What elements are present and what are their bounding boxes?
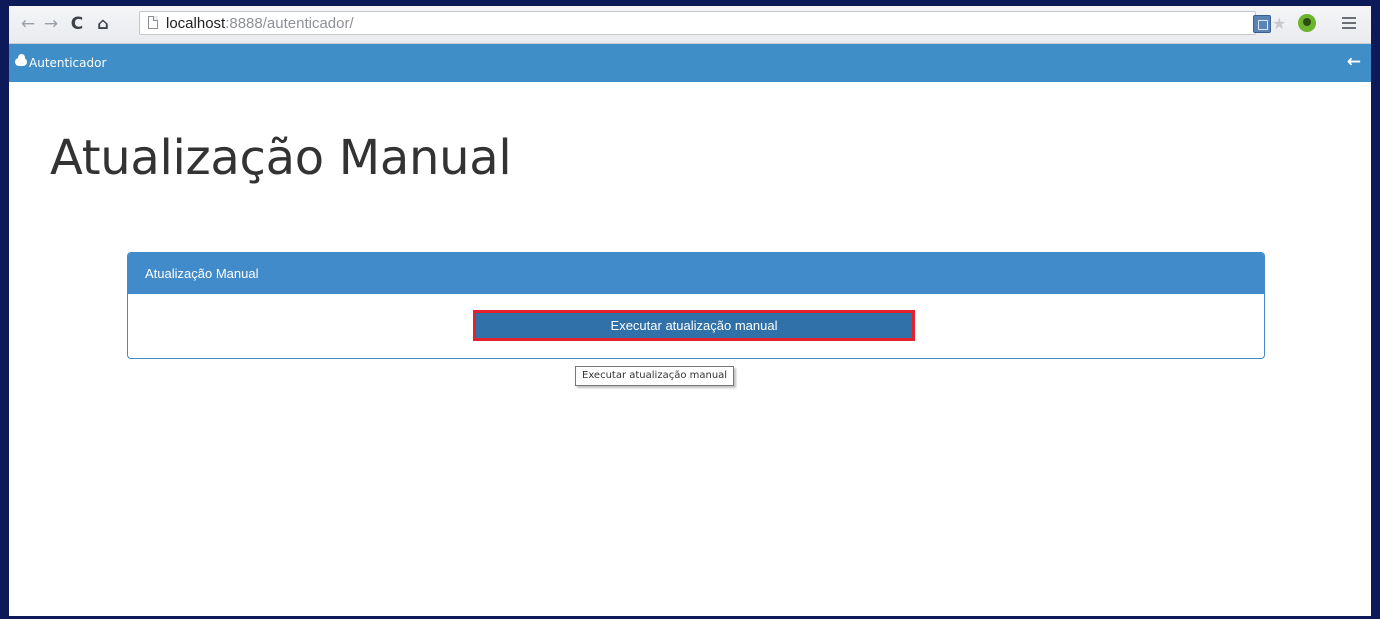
execute-manual-update-button[interactable]: Executar atualização manual xyxy=(473,310,915,341)
star-icon[interactable]: ★ xyxy=(1272,14,1286,33)
button-tooltip: Executar atualização manual xyxy=(575,366,735,386)
menu-icon[interactable] xyxy=(1342,17,1356,29)
app-header: Autenticador ← xyxy=(9,44,1371,82)
url-host: localhost xyxy=(166,15,226,32)
cloud-icon xyxy=(15,54,27,66)
address-bar[interactable]: localhost:8888/autenticador/ xyxy=(139,11,1256,35)
page-title: Atualização Manual xyxy=(50,130,512,186)
forward-icon[interactable]: → xyxy=(41,14,61,34)
evernote-icon[interactable] xyxy=(1298,14,1316,32)
manual-update-panel: Atualização Manual Executar atualização … xyxy=(127,252,1265,359)
translate-icon[interactable] xyxy=(1253,15,1271,33)
page-icon xyxy=(148,16,158,29)
panel-heading: Atualização Manual xyxy=(128,253,1264,294)
home-icon[interactable]: ⌂ xyxy=(93,14,113,34)
url-path: :8888/autenticador/ xyxy=(225,15,354,32)
url-text[interactable]: localhost:8888/autenticador/ xyxy=(166,15,354,32)
reload-icon[interactable]: C xyxy=(67,14,87,34)
browser-window: ← → C ⌂ localhost:8888/autenticador/ ★ A… xyxy=(0,0,1380,619)
browser-toolbar: ← → C ⌂ localhost:8888/autenticador/ ★ xyxy=(9,6,1371,44)
back-icon[interactable]: ← xyxy=(18,14,38,34)
app-title[interactable]: Autenticador xyxy=(29,56,106,70)
back-arrow-icon[interactable]: ← xyxy=(1347,52,1361,72)
